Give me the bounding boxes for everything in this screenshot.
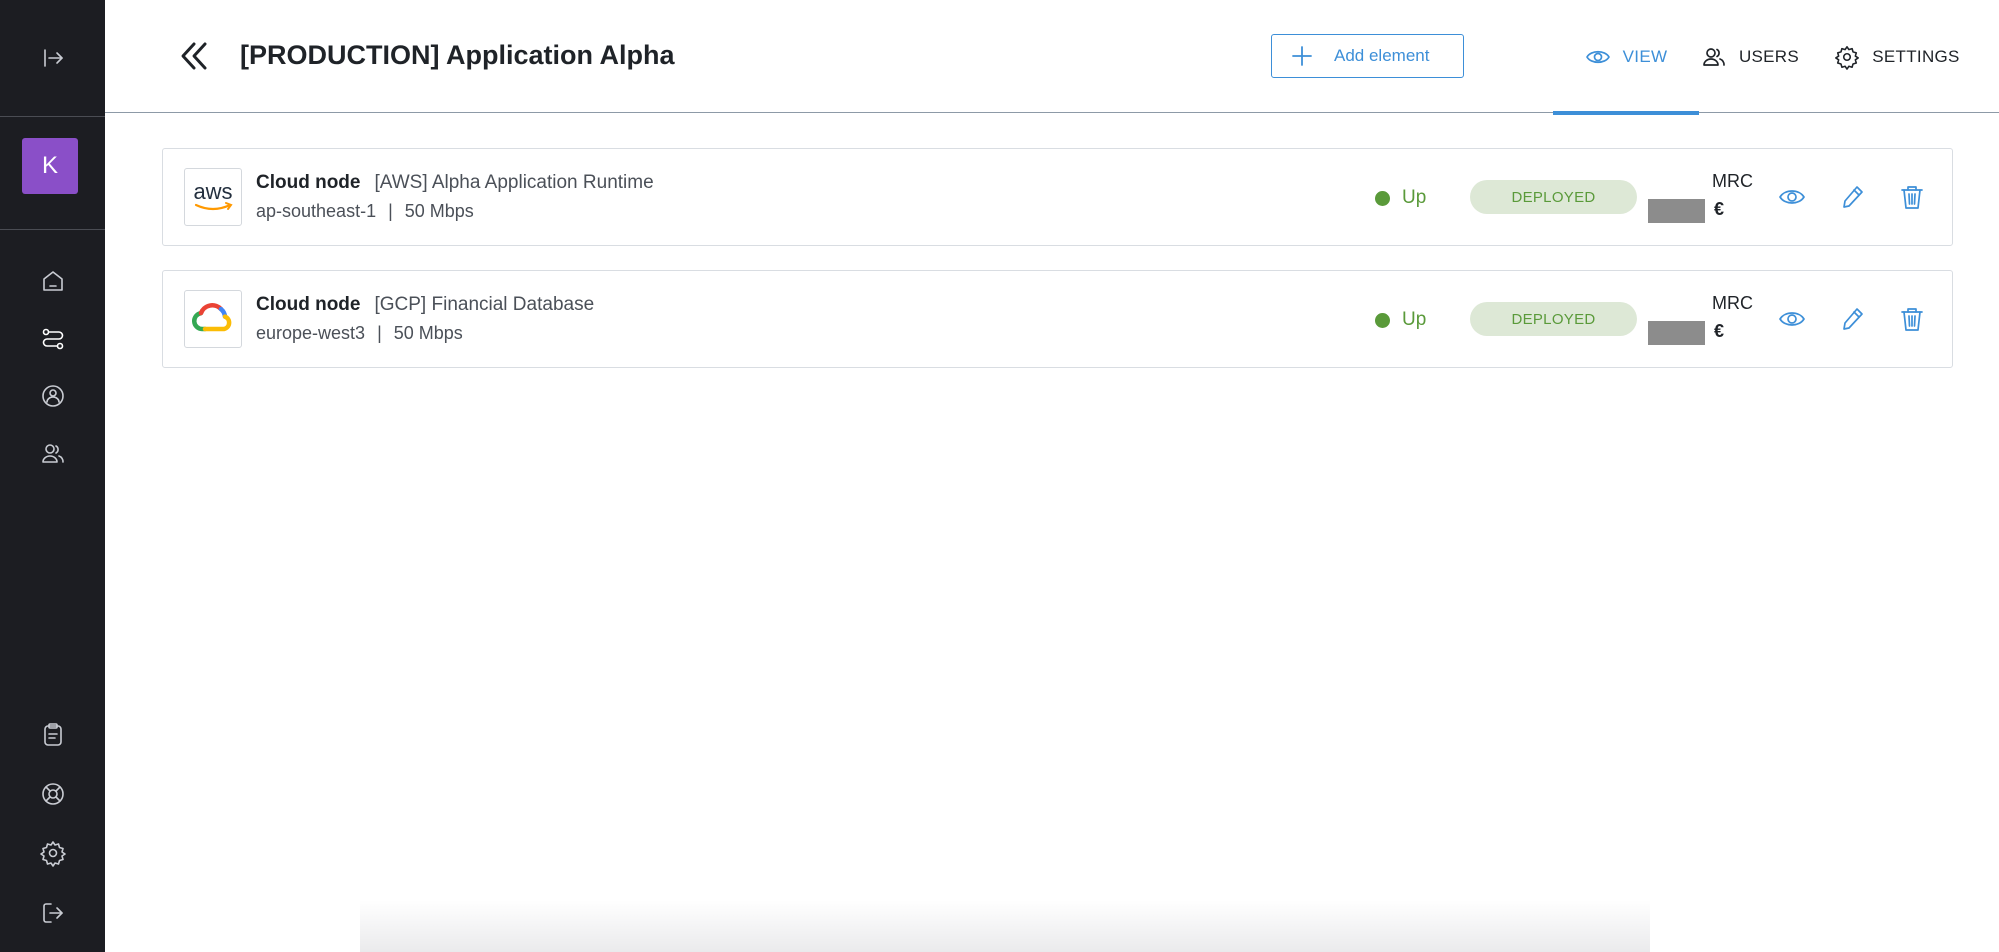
gear-icon [39, 841, 66, 867]
aws-logo: aws [184, 168, 242, 226]
node-region: europe-west3 [256, 323, 366, 343]
node-kind: Cloud node [256, 172, 361, 193]
edit-node-button[interactable] [1837, 304, 1867, 334]
avatar[interactable]: K [22, 138, 78, 194]
eye-icon [1585, 50, 1610, 63]
mrc-value-redacted [1648, 199, 1705, 223]
status-text: Up [1402, 309, 1427, 330]
sidebar-divider [0, 229, 105, 230]
node-region: ap-southeast-1 [256, 201, 377, 221]
support-lifebuoy-icon [41, 783, 64, 805]
node-name: [AWS] Alpha Application Runtime [374, 172, 654, 193]
node-title: Cloud node [AWS] Alpha Application Runtim… [256, 172, 654, 194]
tab-users-label: USERS [1738, 46, 1800, 66]
home-icon [42, 271, 63, 291]
aws-logo-mark: aws [193, 179, 233, 211]
status-indicator: Up [1375, 309, 1426, 331]
collapse-expand-icon [43, 49, 63, 67]
delete-node-button[interactable] [1897, 182, 1927, 212]
node-details: ap-southeast-1 | 50 Mbps [256, 201, 474, 222]
sidebar-item-users[interactable] [0, 434, 105, 474]
clipboard-icon [43, 723, 62, 746]
mrc-label: MRC [1712, 171, 1753, 191]
node-name: [GCP] Financial Database [374, 294, 595, 315]
status-dot [1375, 190, 1390, 206]
eye-icon [1779, 312, 1805, 326]
view-node-button[interactable] [1777, 182, 1807, 212]
mrc-currency: € [1714, 321, 1725, 341]
sidebar-item-reports[interactable] [0, 715, 105, 755]
pencil-icon [1843, 186, 1863, 208]
google-cloud-logo [184, 290, 242, 348]
node-title: Cloud node [GCP] Financial Database [256, 294, 594, 316]
tab-settings-label: SETTINGS [1872, 46, 1960, 66]
sidebar-item-network[interactable] [0, 376, 105, 416]
logout-icon [42, 903, 63, 923]
users-icon [1703, 47, 1725, 66]
double-chevron-left-icon [181, 42, 207, 70]
status-badge: DEPLOYED [1470, 302, 1637, 336]
separator: | [388, 201, 393, 221]
connections-icon [42, 328, 63, 350]
trash-icon [1901, 186, 1923, 209]
sidebar: K [0, 0, 105, 952]
eye-icon [1779, 190, 1805, 204]
separator: | [377, 323, 382, 343]
page-title: [PRODUCTION] Application Alpha [240, 40, 675, 70]
node-kind: Cloud node [256, 294, 361, 315]
active-tab-indicator [1553, 111, 1699, 115]
node-bandwidth: 50 Mbps [393, 323, 463, 343]
node-card[interactable]: Cloud node [GCP] Financial Database europ… [162, 270, 1953, 368]
sidebar-item-home[interactable] [0, 261, 105, 301]
status-indicator: Up [1375, 187, 1426, 209]
sidebar-item-support[interactable] [0, 774, 105, 814]
avatar-letter: K [41, 152, 58, 179]
node-bandwidth: 50 Mbps [404, 201, 474, 221]
sidebar-item-logout[interactable] [0, 893, 105, 933]
sidebar-item-settings[interactable] [0, 833, 105, 873]
add-element-label: Add element [1334, 46, 1430, 65]
edit-node-button[interactable] [1837, 182, 1867, 212]
back-button[interactable] [175, 36, 215, 76]
tab-settings[interactable]: SETTINGS [1817, 0, 1977, 113]
delete-node-button[interactable] [1897, 304, 1927, 334]
status-badge: DEPLOYED [1470, 180, 1637, 214]
sidebar-divider [0, 116, 105, 117]
node-details: europe-west3 | 50 Mbps [256, 323, 463, 344]
plus-icon [1292, 46, 1312, 66]
users-icon [41, 444, 64, 463]
trash-icon [1901, 308, 1923, 331]
node-card[interactable]: aws Cloud node [AWS] Alpha Application Ru… [162, 148, 1953, 246]
view-node-button[interactable] [1777, 304, 1807, 334]
expand-sidebar-button[interactable] [0, 38, 105, 78]
page-header: [PRODUCTION] Application Alpha Add eleme… [105, 0, 1999, 115]
google-cloud-logo-mark [192, 303, 232, 332]
mrc-label: MRC [1712, 293, 1753, 313]
status-text: Up [1402, 187, 1427, 208]
status-dot [1375, 312, 1390, 328]
svg-text:aws: aws [193, 179, 232, 204]
network-circle-icon [41, 385, 64, 407]
mrc-value-redacted [1648, 321, 1705, 345]
mrc-currency: € [1714, 199, 1725, 219]
add-element-button[interactable]: Add element [1271, 34, 1464, 78]
tab-users[interactable]: USERS [1690, 0, 1810, 113]
bottom-panel-shadow [360, 900, 1650, 952]
pencil-icon [1843, 308, 1863, 330]
tab-view[interactable]: VIEW [1553, 0, 1699, 115]
sidebar-item-connections[interactable] [0, 318, 105, 358]
gear-icon [1835, 45, 1860, 70]
tab-view-label: VIEW [1622, 46, 1668, 66]
